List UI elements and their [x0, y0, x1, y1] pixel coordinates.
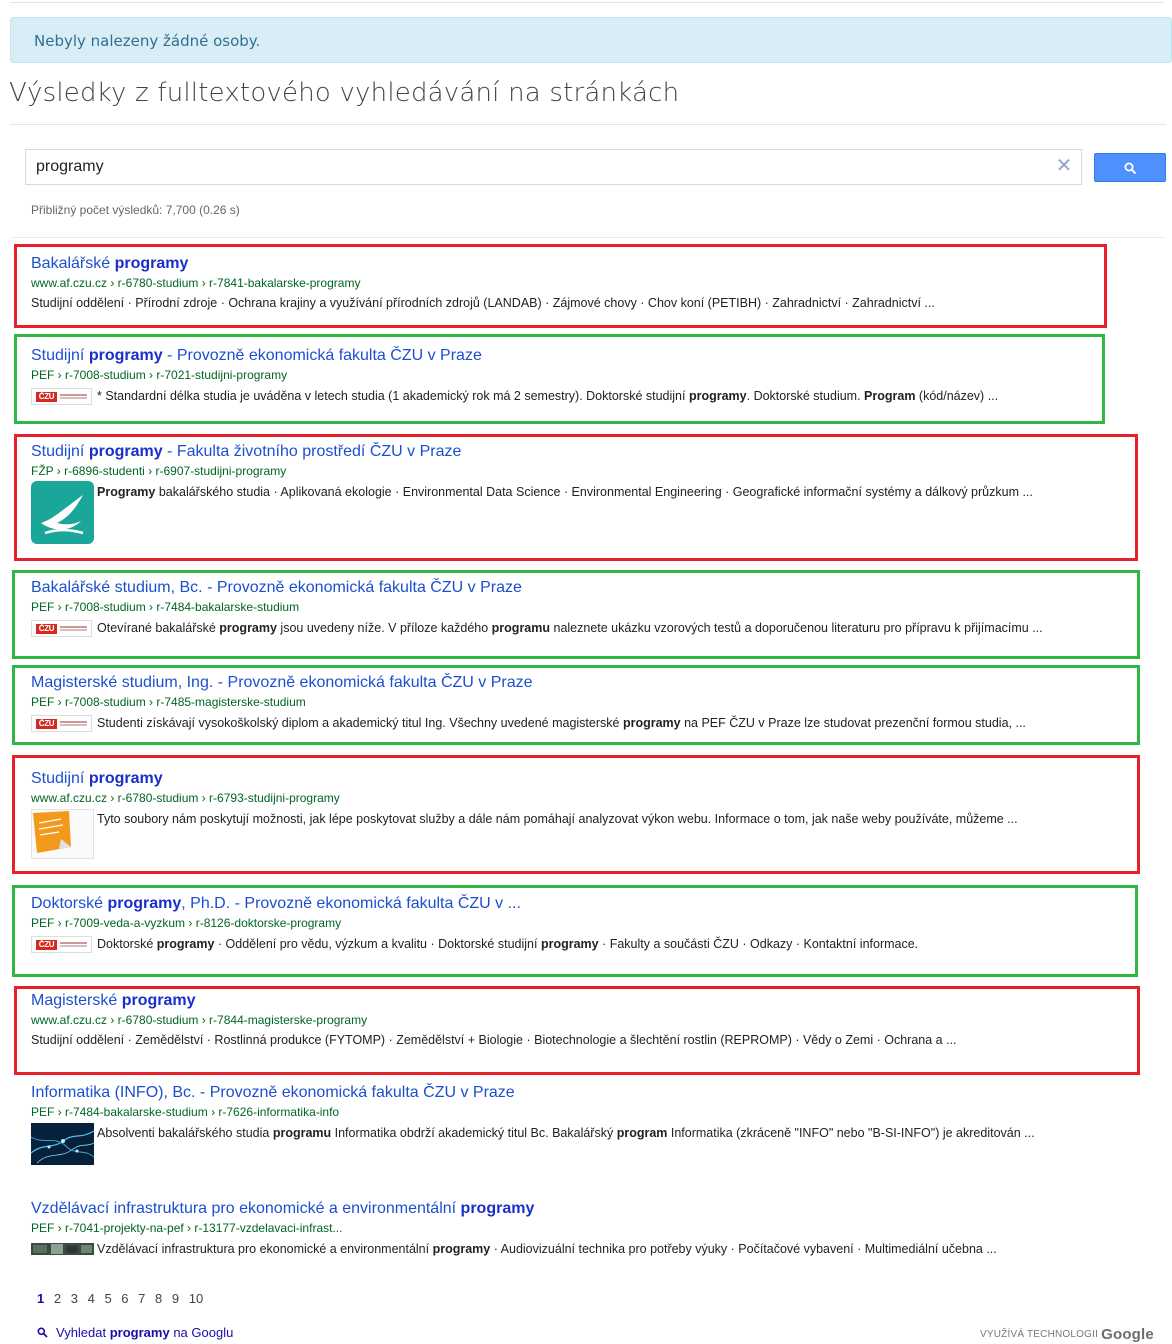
search-button[interactable]: [1094, 153, 1166, 182]
czu-logo-thumbnail: ČZU: [31, 936, 92, 953]
page-link[interactable]: 9: [172, 1291, 179, 1306]
branding-text: VYUŽÍVÁ TECHNOLOGII: [980, 1329, 1099, 1340]
bird-logo-thumbnail: [31, 481, 94, 544]
page-link[interactable]: 3: [71, 1291, 78, 1306]
result-title-link[interactable]: Vzdělávací infrastruktura pro ekonomické…: [31, 1199, 1126, 1218]
result-snippet-row: Absolventi bakalářského studia programu …: [31, 1123, 1126, 1165]
heading-divider: [10, 124, 1166, 125]
result-item: Informatika (INFO), Bc. - Provozně ekono…: [31, 1083, 1126, 1165]
result-snippet: Studijní oddělení · Přírodní zdroje · Oc…: [31, 296, 935, 310]
result-snippet: Otevírané bakalářské programy jsou uvede…: [97, 621, 1043, 635]
result-url: www.af.czu.cz › r-6780-studium › r-6793-…: [31, 791, 340, 805]
page-title: Výsledky z fulltextového vyhledávání na …: [9, 78, 680, 108]
result-item: Doktorské programy, Ph.D. - Provozně eko…: [31, 894, 1126, 953]
result-title-link[interactable]: Bakalářské programy: [31, 254, 1126, 273]
result-title-link[interactable]: Studijní programy - Provozně ekonomická …: [31, 346, 1126, 365]
result-url: PEF › r-7008-studium › r-7021-studijni-p…: [31, 368, 288, 382]
czu-logo-thumbnail: ČZU: [31, 715, 92, 732]
result-title-link[interactable]: Magisterské programy: [31, 991, 1126, 1010]
page-current: 1: [37, 1291, 45, 1306]
result-snippet: Tyto soubory nám poskytují možnosti, jak…: [97, 812, 1018, 826]
stats-divider: [10, 237, 1166, 238]
czu-logo-thumbnail: ČZU: [31, 388, 92, 405]
result-item: Studijní programy - Fakulta životního pr…: [31, 442, 1126, 544]
result-url: PEF › r-7009-veda-a-vyzkum › r-8126-dokt…: [31, 916, 342, 930]
page-link[interactable]: 7: [138, 1291, 145, 1306]
result-title-link[interactable]: Studijní programy - Fakulta životního pr…: [31, 442, 1126, 461]
alert-text: Nebyly nalezeny žádné osoby.: [34, 32, 261, 50]
result-title-link[interactable]: Studijní programy: [31, 769, 1126, 788]
result-url: FŽP › r-6896-studenti › r-6907-studijni-…: [31, 464, 287, 478]
result-url: PEF › r-7041-projekty-na-pef › r-13177-v…: [31, 1221, 343, 1235]
result-item: Vzdělávací infrastruktura pro ekonomické…: [31, 1199, 1126, 1257]
result-snippet: * Standardní délka studia je uváděna v l…: [97, 389, 999, 403]
top-divider: [10, 2, 1164, 3]
google-link-prefix: Vyhledat: [56, 1325, 107, 1340]
result-snippet-row: Programy bakalářského studia · Aplikovan…: [31, 481, 1126, 544]
search-input[interactable]: programy: [25, 149, 1082, 185]
result-url: www.af.czu.cz › r-6780-studium › r-7841-…: [31, 276, 361, 290]
result-snippet: Studenti získávají vysokoškolský diplom …: [97, 716, 1026, 730]
results-count: Přibližný počet výsledků: 7,700 (0.26 s): [31, 203, 240, 217]
result-item: Studijní programy www.af.czu.cz › r-6780…: [31, 769, 1126, 859]
result-snippet-row: ČZU * Standardní délka studia je uváděna…: [31, 388, 1126, 405]
sticker-thumbnail: [31, 809, 94, 859]
result-snippet: Programy bakalářského studia · Aplikovan…: [97, 485, 1033, 499]
result-snippet: Doktorské programy · Oddělení pro vědu, …: [97, 937, 919, 951]
result-snippet-row: Studijní oddělení · Zemědělství · Rostli…: [31, 1032, 1126, 1048]
result-title-link[interactable]: Doktorské programy, Ph.D. - Provozně eko…: [31, 894, 1126, 913]
page-link[interactable]: 8: [155, 1291, 162, 1306]
result-url: PEF › r-7008-studium › r-7484-bakalarske…: [31, 600, 300, 614]
google-link-suffix: na Googlu: [173, 1325, 234, 1340]
result-url: PEF › r-7008-studium › r-7485-magistersk…: [31, 695, 306, 709]
result-snippet-row: Vzdělávací infrastruktura pro ekonomické…: [31, 1241, 1126, 1257]
google-link-term: programy: [109, 1325, 170, 1340]
result-snippet: Studijní oddělení · Zemědělství · Rostli…: [31, 1033, 957, 1047]
result-item: Bakalářské programy www.af.czu.cz › r-67…: [31, 254, 1126, 311]
result-title-link[interactable]: Magisterské studium, Ing. - Provozně eko…: [31, 673, 1126, 692]
result-title-link[interactable]: Informatika (INFO), Bc. - Provozně ekono…: [31, 1083, 1126, 1102]
result-snippet-row: Studijní oddělení · Přírodní zdroje · Oc…: [31, 295, 1126, 311]
page-link[interactable]: 2: [54, 1291, 61, 1306]
result-snippet-row: Tyto soubory nám poskytují možnosti, jak…: [31, 809, 1126, 859]
page-link[interactable]: 5: [104, 1291, 111, 1306]
google-logo: Google: [1101, 1326, 1154, 1343]
no-people-alert: Nebyly nalezeny žádné osoby.: [10, 17, 1172, 63]
page-link[interactable]: 10: [189, 1291, 203, 1306]
result-snippet-row: ČZU Doktorské programy · Oddělení pro vě…: [31, 936, 1126, 953]
close-icon[interactable]: ✕: [1054, 156, 1074, 176]
classroom-image-thumbnail: [31, 1243, 94, 1255]
page-link[interactable]: 4: [88, 1291, 95, 1306]
result-item: Magisterské studium, Ing. - Provozně eko…: [31, 673, 1126, 732]
result-title-link[interactable]: Bakalářské studium, Bc. - Provozně ekono…: [31, 578, 1126, 597]
result-item: Studijní programy - Provozně ekonomická …: [31, 346, 1126, 405]
result-snippet-row: ČZU Otevírané bakalářské programy jsou u…: [31, 620, 1126, 637]
result-item: Magisterské programy www.af.czu.cz › r-6…: [31, 991, 1126, 1048]
result-snippet: Absolventi bakalářského studia programu …: [97, 1126, 1035, 1140]
result-snippet: Vzdělávací infrastruktura pro ekonomické…: [97, 1242, 997, 1256]
page-link[interactable]: 6: [121, 1291, 128, 1306]
powered-by-google: VYUŽÍVÁ TECHNOLOGII Google: [980, 1326, 1154, 1343]
pagination: 1 2 3 4 5 6 7 8 9 10: [37, 1291, 209, 1306]
search-icon: [37, 1327, 48, 1338]
result-url: www.af.czu.cz › r-6780-studium › r-7844-…: [31, 1013, 368, 1027]
czu-logo-thumbnail: ČZU: [31, 620, 92, 637]
result-url: PEF › r-7484-bakalarske-studium › r-7626…: [31, 1105, 340, 1119]
result-item: Bakalářské studium, Bc. - Provozně ekono…: [31, 578, 1126, 637]
search-on-google-link[interactable]: Vyhledat programy na Googlu: [37, 1325, 233, 1340]
network-image-thumbnail: [31, 1123, 94, 1165]
result-snippet-row: ČZU Studenti získávají vysokoškolský dip…: [31, 715, 1126, 732]
search-icon: [1124, 162, 1137, 175]
